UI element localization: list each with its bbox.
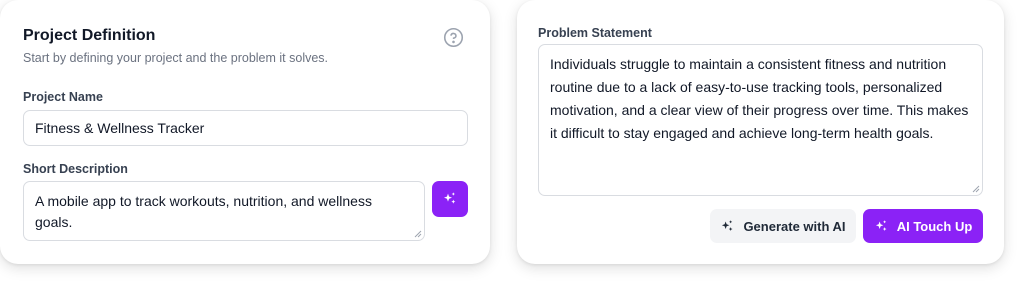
project-name-input[interactable]: Fitness & Wellness Tracker: [23, 110, 468, 146]
sparkles-icon: [444, 192, 456, 204]
ai-touch-up-button[interactable]: AI Touch Up: [863, 209, 983, 243]
section-title: Project Definition: [23, 27, 156, 44]
question-circle-icon[interactable]: [443, 27, 464, 48]
project-setup-screen: Project Definition Start by defining you…: [0, 0, 1019, 281]
ai-touch-up-label: AI Touch Up: [896, 218, 973, 234]
project-name-value: Fitness & Wellness Tracker: [35, 119, 205, 136]
resize-grip-icon[interactable]: [972, 185, 980, 193]
ai-sparkle-button[interactable]: [432, 181, 468, 217]
short-description-label: Short Description: [23, 162, 128, 176]
project-name-label: Project Name: [23, 90, 103, 104]
problem-statement-value: Individuals struggle to maintain a consi…: [550, 56, 969, 141]
problem-statement-label: Problem Statement: [538, 26, 652, 40]
generate-with-ai-button[interactable]: Generate with AI: [710, 209, 856, 243]
resize-grip-icon[interactable]: [414, 230, 422, 238]
project-definition-card: Project Definition Start by defining you…: [0, 0, 490, 264]
problem-statement-card: Problem Statement Individuals struggle t…: [517, 0, 1004, 264]
generate-with-ai-label: Generate with AI: [743, 218, 846, 234]
problem-statement-textarea[interactable]: Individuals struggle to maintain a consi…: [538, 44, 983, 196]
sparkles-icon: [722, 219, 733, 231]
short-description-value: A mobile app to track workouts, nutritio…: [35, 193, 372, 230]
sparkles-icon: [875, 219, 887, 231]
section-subtitle: Start by defining your project and the p…: [23, 51, 329, 65]
short-description-textarea[interactable]: A mobile app to track workouts, nutritio…: [23, 181, 425, 241]
